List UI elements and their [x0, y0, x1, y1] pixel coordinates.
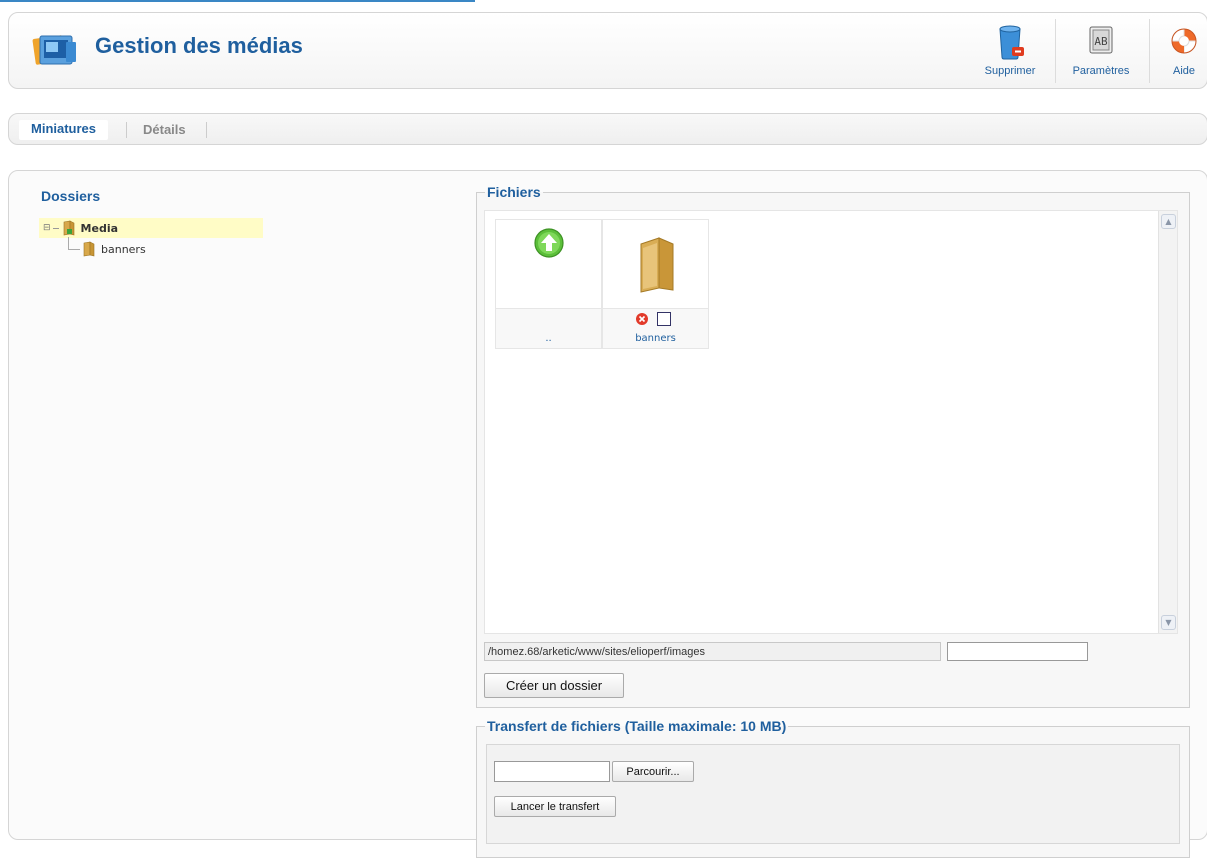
create-folder-button[interactable]: Créer un dossier: [484, 673, 624, 698]
item-footer: ..: [496, 308, 601, 348]
trash-icon: [999, 25, 1024, 60]
tree-collapse-icon[interactable]: ⊟: [43, 223, 51, 233]
folder-icon: [640, 237, 674, 293]
current-path-field[interactable]: [484, 642, 941, 661]
parameters-icon: AB: [1089, 26, 1113, 54]
help-button[interactable]: Aide: [1159, 13, 1207, 88]
parameters-button-label: Paramètres: [1072, 65, 1130, 77]
files-legend: Fichiers: [487, 184, 541, 200]
delete-button-label: Supprimer: [984, 65, 1036, 77]
select-checkbox[interactable]: [657, 312, 671, 326]
tree-item-media[interactable]: ⊟ Media: [39, 218, 263, 238]
upload-area: [486, 744, 1180, 844]
help-button-label: Aide: [1172, 65, 1196, 77]
media-manager-icon: [32, 35, 76, 65]
browse-button[interactable]: Parcourir...: [612, 761, 694, 782]
tab-details[interactable]: Détails: [143, 122, 186, 137]
parameters-button[interactable]: AB Paramètres: [1063, 13, 1139, 88]
folder-up-icon: [534, 228, 564, 258]
tree-item-label: banners: [101, 242, 146, 256]
delete-button[interactable]: Supprimer: [975, 13, 1045, 88]
scroll-up-icon[interactable]: ▲: [1161, 214, 1176, 229]
delete-icon[interactable]: [635, 312, 649, 326]
toolbar-separator: [1055, 19, 1056, 83]
main-panel: Dossiers ⊟ Media banners Fichiers .. ban…: [8, 170, 1207, 858]
tab-separator: [126, 122, 127, 138]
tab-thumbnails[interactable]: Miniatures: [19, 120, 109, 140]
page-title: Gestion des médias: [95, 33, 303, 58]
folder-up-item[interactable]: ..: [495, 219, 602, 349]
folder-icon: [83, 241, 95, 257]
folder-name-input[interactable]: [947, 642, 1088, 661]
start-upload-button[interactable]: Lancer le transfert: [494, 796, 616, 817]
view-tabs-bar: Miniatures Détails: [8, 113, 1207, 145]
scroll-down-icon[interactable]: ▼: [1161, 615, 1176, 630]
tree-connector: [68, 249, 80, 250]
svg-text:AB: AB: [1094, 35, 1108, 48]
tree-item-banners[interactable]: banners: [81, 239, 146, 259]
folder-icon: [63, 220, 74, 236]
item-label: ..: [545, 333, 552, 344]
tree-connector: [52, 227, 59, 229]
item-label: banners: [635, 333, 676, 344]
upload-legend: Transfert de fichiers (Taille maximale: …: [487, 718, 787, 734]
files-view: .. banners ▲ ▼: [484, 210, 1178, 634]
folders-title: Dossiers: [41, 188, 101, 204]
tree-item-label: Media: [80, 221, 119, 235]
files-scrollbar[interactable]: ▲ ▼: [1158, 211, 1177, 633]
item-footer: banners: [603, 308, 708, 348]
folder-item-banners[interactable]: banners: [602, 219, 709, 349]
file-path-input[interactable]: [494, 761, 610, 782]
tab-separator: [206, 122, 207, 138]
tree-connector: [68, 237, 69, 249]
toolbar-separator: [1149, 19, 1150, 83]
top-accent-line: [0, 0, 475, 2]
help-lifebuoy-icon: [1171, 28, 1197, 54]
page-header: Gestion des médias Supprimer AB Paramètr…: [8, 12, 1207, 89]
